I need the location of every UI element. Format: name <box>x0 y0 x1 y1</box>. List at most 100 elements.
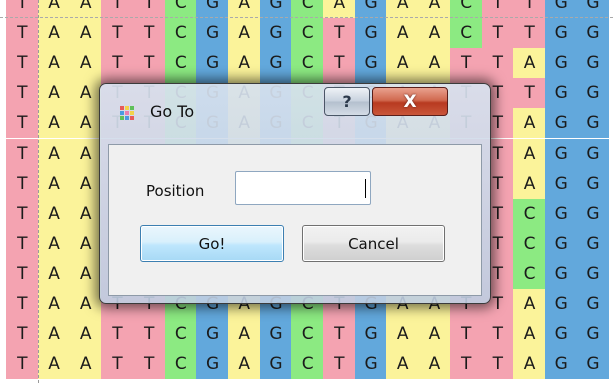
base-cell: G <box>544 258 578 289</box>
base-cell: A <box>418 319 451 350</box>
base-cell: A <box>227 48 261 79</box>
base-cell: G <box>576 48 610 79</box>
base-cell: G <box>576 319 610 350</box>
base-cell: A <box>69 168 103 199</box>
base-cell: T <box>6 289 39 319</box>
base-cell: C <box>513 228 546 259</box>
base-cell: C <box>291 349 324 380</box>
base-cell: G <box>354 349 388 380</box>
base-cell: C <box>291 48 324 79</box>
base-cell: A <box>37 168 71 199</box>
base-cell: T <box>481 319 515 350</box>
base-cell: A <box>69 0 103 18</box>
base-cell: C <box>449 18 483 49</box>
base-cell: A <box>513 108 546 139</box>
base-cell: T <box>6 18 39 49</box>
base-cell: T <box>449 319 483 350</box>
base-cell: G <box>544 168 578 199</box>
base-cell: C <box>513 258 546 289</box>
base-cell: G <box>196 18 229 49</box>
base-cell: A <box>37 108 71 139</box>
base-cell: A <box>37 0 71 18</box>
base-cell: A <box>418 48 451 79</box>
base-cell: T <box>6 349 39 380</box>
colored-grid-icon <box>120 106 134 120</box>
base-cell: T <box>6 258 39 289</box>
base-cell: A <box>37 349 71 380</box>
base-cell: T <box>132 349 166 380</box>
base-cell: G <box>259 349 293 380</box>
base-cell: A <box>37 319 71 350</box>
base-cell: T <box>481 349 515 380</box>
base-cell: A <box>513 48 546 79</box>
base-cell: A <box>418 0 451 18</box>
base-cell: C <box>164 319 198 350</box>
base-cell: C <box>291 319 324 350</box>
base-cell: G <box>354 319 388 350</box>
base-cell: T <box>6 138 39 169</box>
base-cell: G <box>544 349 578 380</box>
base-cell: T <box>481 0 515 18</box>
base-cell: G <box>259 0 293 18</box>
dialog-title: Go To <box>150 102 195 121</box>
base-cell: G <box>576 198 610 229</box>
base-cell: G <box>196 48 229 79</box>
base-cell: A <box>37 18 71 49</box>
base-cell: C <box>164 349 198 380</box>
base-cell: A <box>69 228 103 259</box>
base-cell: A <box>69 289 103 319</box>
base-cell: T <box>323 319 356 350</box>
help-icon: ? <box>342 92 352 111</box>
base-cell: A <box>37 78 71 109</box>
base-cell: T <box>132 48 166 79</box>
base-cell: A <box>69 198 103 229</box>
base-cell: G <box>544 289 578 319</box>
close-button[interactable]: X <box>372 87 448 116</box>
base-cell: C <box>164 48 198 79</box>
base-cell: G <box>196 0 229 18</box>
base-cell: T <box>6 78 39 109</box>
base-cell: A <box>227 0 261 18</box>
dialog-titlebar[interactable]: Go To ? X <box>100 84 490 136</box>
base-cell: C <box>164 18 198 49</box>
base-cell: A <box>513 168 546 199</box>
base-cell: G <box>544 228 578 259</box>
base-cell: A <box>69 18 103 49</box>
base-cell: T <box>449 349 483 380</box>
base-cell: G <box>259 48 293 79</box>
base-cell: A <box>323 0 356 18</box>
base-cell: T <box>6 198 39 229</box>
base-cell: A <box>418 18 451 49</box>
position-input[interactable] <box>235 171 371 205</box>
base-cell: T <box>132 18 166 49</box>
base-cell: G <box>576 258 610 289</box>
base-cell: T <box>323 18 356 49</box>
base-cell: G <box>544 138 578 169</box>
base-cell: A <box>69 48 103 79</box>
help-button[interactable]: ? <box>324 87 370 116</box>
base-cell: G <box>544 18 578 49</box>
close-icon: X <box>403 91 417 112</box>
base-cell: A <box>227 18 261 49</box>
go-button[interactable]: Go! <box>140 225 284 262</box>
base-cell: A <box>386 319 420 350</box>
base-cell: G <box>544 198 578 229</box>
base-cell: C <box>449 0 483 18</box>
base-cell: A <box>386 0 420 18</box>
cancel-button[interactable]: Cancel <box>302 225 445 262</box>
base-cell: G <box>544 108 578 139</box>
base-cell: A <box>69 138 103 169</box>
base-cell: A <box>513 138 546 169</box>
column-separator <box>37 0 40 383</box>
base-cell: T <box>323 48 356 79</box>
base-cell: T <box>6 48 39 79</box>
base-cell: G <box>576 138 610 169</box>
base-cell: G <box>576 78 610 109</box>
base-cell: T <box>132 0 166 18</box>
position-label: Position <box>146 182 205 200</box>
base-cell: T <box>6 319 39 350</box>
base-cell: G <box>354 18 388 49</box>
base-cell: A <box>69 258 103 289</box>
base-cell: A <box>513 319 546 350</box>
base-cell: A <box>386 349 420 380</box>
